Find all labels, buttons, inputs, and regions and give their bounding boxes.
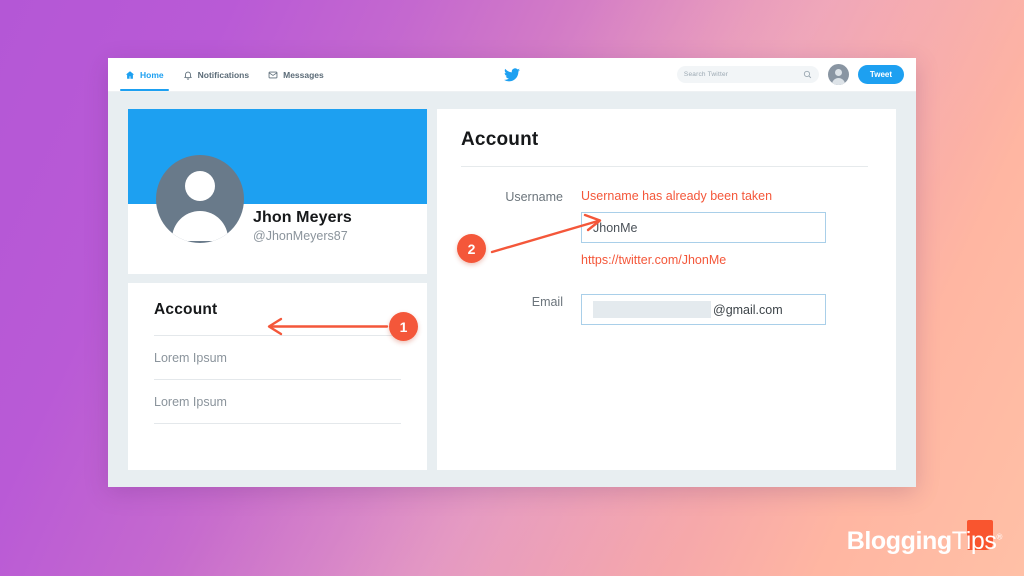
email-domain-suffix: @gmail.com bbox=[713, 302, 783, 317]
sidebar-item-lorem-1[interactable]: Lorem Ipsum bbox=[154, 336, 401, 380]
nav-avatar[interactable] bbox=[827, 64, 849, 85]
profile-avatar-icon bbox=[156, 155, 244, 243]
user-avatar-icon bbox=[828, 64, 849, 85]
tweet-button[interactable]: Tweet bbox=[857, 65, 904, 84]
screenshot-stage: Home Notifications Messages Search Twitt… bbox=[0, 0, 1024, 576]
page-title: Account bbox=[461, 129, 868, 167]
profile-name: Jhon Meyers bbox=[253, 209, 352, 226]
nav-tab-messages[interactable]: Messages bbox=[268, 58, 324, 91]
home-icon bbox=[125, 70, 135, 80]
search-icon bbox=[803, 66, 812, 84]
app-window: Home Notifications Messages Search Twitt… bbox=[108, 58, 916, 487]
nav-tab-notifications[interactable]: Notifications bbox=[183, 58, 249, 91]
logo-wordmark: BloggingTips® bbox=[846, 527, 1003, 555]
annotation-badge-1: 1 bbox=[389, 312, 418, 341]
logo-bold-text: Blogging bbox=[846, 527, 953, 555]
username-input[interactable]: JhonMe bbox=[581, 212, 826, 243]
logo-trademark: ® bbox=[996, 532, 1003, 542]
nav-tab-messages-label: Messages bbox=[283, 69, 324, 80]
username-input-value: JhonMe bbox=[593, 220, 638, 235]
logo-thin-text: Tips bbox=[951, 527, 997, 555]
profile-card: Jhon Meyers @JhonMeyers87 bbox=[128, 109, 427, 274]
bell-icon bbox=[183, 70, 193, 80]
username-error-message: Username has already been taken bbox=[581, 189, 773, 203]
top-navigation-bar: Home Notifications Messages Search Twitt… bbox=[108, 58, 916, 92]
annotation-badge-2: 2 bbox=[457, 234, 486, 263]
sidebar-menu-card: Account Lorem Ipsum Lorem Ipsum bbox=[128, 283, 427, 470]
email-input[interactable]: @gmail.com bbox=[581, 294, 826, 325]
nav-tab-home[interactable]: Home bbox=[120, 58, 169, 91]
profile-identity: Jhon Meyers @JhonMeyers87 bbox=[253, 209, 352, 243]
nav-tab-notifications-label: Notifications bbox=[197, 69, 250, 80]
username-field-group: Username has already been taken JhonMe h… bbox=[581, 189, 868, 267]
username-row: Username Username has already been taken… bbox=[461, 189, 868, 267]
email-field-group: @gmail.com bbox=[581, 294, 868, 325]
username-profile-url: https://twitter.com/JhonMe bbox=[581, 253, 727, 267]
bloggingtips-logo: BloggingTips® bbox=[846, 520, 1003, 555]
search-placeholder: Search Twitter bbox=[683, 71, 729, 78]
app-body: Jhon Meyers @JhonMeyers87 Account Lorem … bbox=[108, 92, 916, 487]
nav-tabs: Home Notifications Messages bbox=[120, 58, 324, 91]
nav-right-group: Search Twitter Tweet bbox=[676, 58, 904, 91]
nav-tab-home-label: Home bbox=[140, 69, 164, 80]
search-input[interactable]: Search Twitter bbox=[676, 66, 819, 84]
email-label: Email bbox=[531, 295, 563, 309]
account-settings-panel: Account Username Username has already be… bbox=[437, 109, 896, 470]
left-column: Jhon Meyers @JhonMeyers87 Account Lorem … bbox=[128, 109, 427, 470]
sidebar-account-title: Account bbox=[154, 301, 401, 336]
username-label: Username bbox=[505, 190, 563, 204]
profile-handle: @JhonMeyers87 bbox=[253, 229, 348, 243]
envelope-icon bbox=[268, 70, 278, 80]
email-row: Email @gmail.com bbox=[461, 294, 868, 325]
email-redacted-value bbox=[593, 301, 711, 318]
sidebar-item-lorem-2[interactable]: Lorem Ipsum bbox=[154, 380, 401, 424]
